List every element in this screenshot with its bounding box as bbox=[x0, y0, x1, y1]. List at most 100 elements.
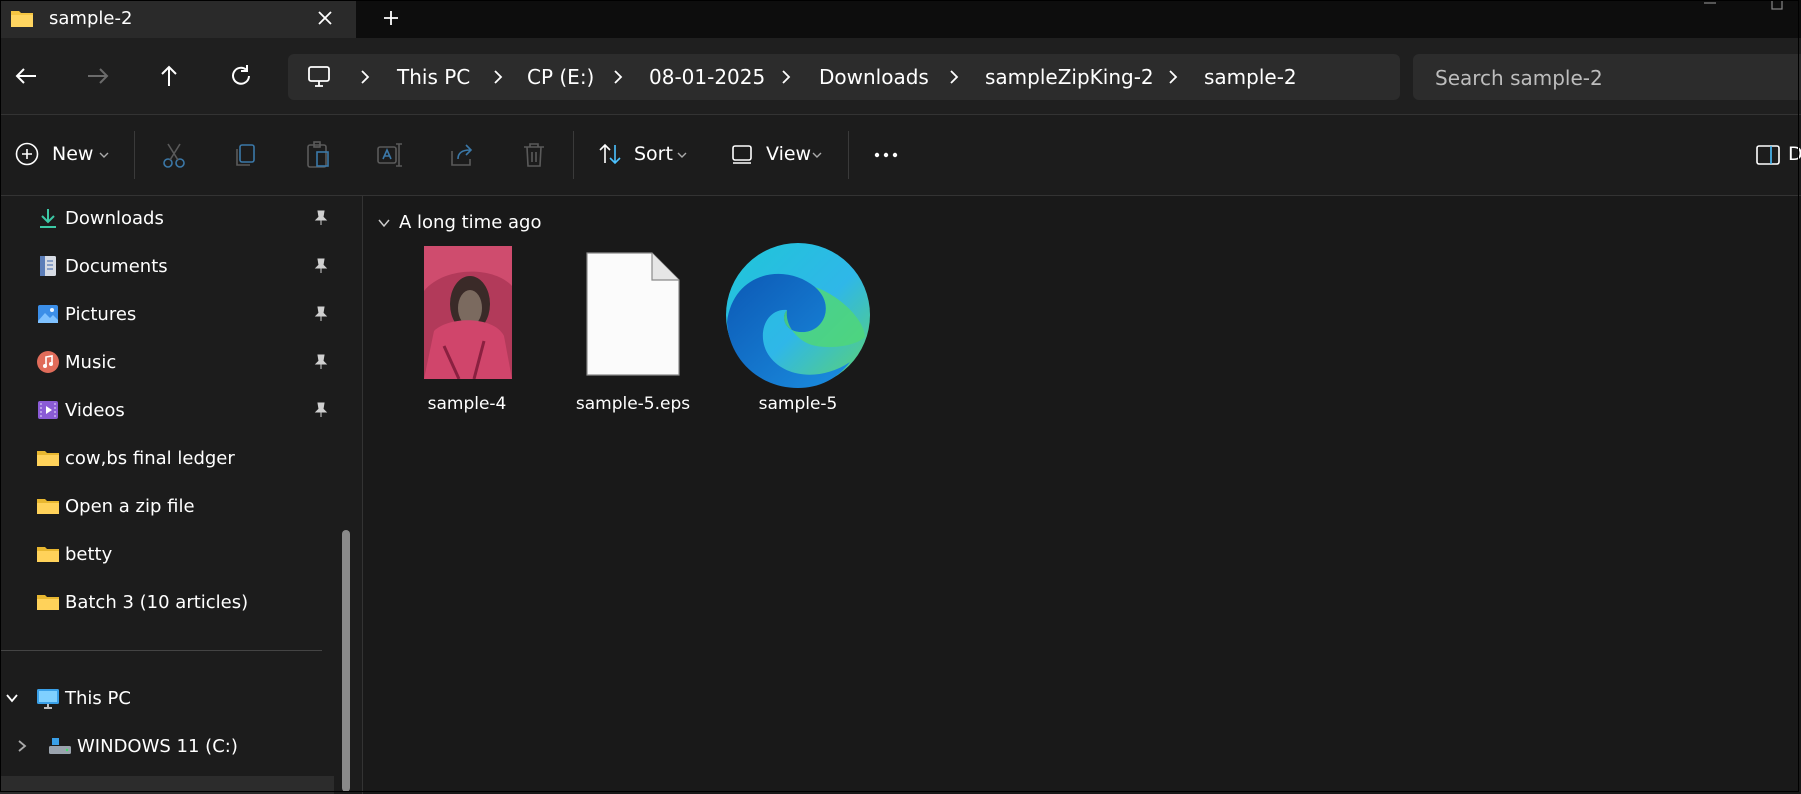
sidebar-item-batch-3[interactable]: Batch 3 (10 articles) bbox=[0, 580, 340, 624]
plus-circle-icon bbox=[15, 142, 39, 166]
chevron-right-icon[interactable] bbox=[14, 738, 30, 754]
group-label: A long time ago bbox=[399, 212, 542, 233]
chevron-right-icon[interactable] bbox=[1166, 68, 1180, 86]
maximize-icon[interactable] bbox=[1768, 0, 1788, 14]
details-pane-icon bbox=[1756, 145, 1780, 165]
sort-button[interactable]: Sort bbox=[597, 135, 691, 175]
new-tab-icon[interactable] bbox=[378, 5, 404, 31]
breadcrumb-date-folder[interactable]: 08-01-2025 bbox=[649, 65, 765, 89]
pin-icon[interactable] bbox=[312, 209, 330, 227]
copy-icon[interactable] bbox=[230, 139, 262, 171]
chevron-down-icon[interactable] bbox=[4, 690, 20, 706]
sidebar-scrollbar[interactable] bbox=[342, 530, 350, 792]
up-arrow-icon[interactable] bbox=[153, 60, 185, 92]
sidebar-item-label: Open a zip file bbox=[65, 496, 195, 517]
details-label: D bbox=[1788, 143, 1801, 165]
sidebar-item-documents[interactable]: Documents bbox=[0, 244, 340, 288]
chevron-right-icon[interactable] bbox=[947, 68, 961, 86]
sidebar-item-downloads[interactable]: Downloads bbox=[0, 196, 340, 240]
folder-icon bbox=[11, 11, 33, 27]
sidebar-item-open-a-zip-file[interactable]: Open a zip file bbox=[0, 484, 340, 528]
pictures-icon bbox=[38, 305, 58, 323]
sidebar-item-partial[interactable] bbox=[0, 776, 334, 794]
sidebar-item-pictures[interactable]: Pictures bbox=[0, 292, 340, 336]
file-item-sample-4[interactable]: sample-4 bbox=[392, 246, 542, 416]
navigation-pane: Downloads Documents Pictures Music Video… bbox=[0, 196, 362, 794]
sidebar-item-videos[interactable]: Videos bbox=[0, 388, 340, 432]
pin-icon[interactable] bbox=[312, 401, 330, 419]
sidebar-item-music[interactable]: Music bbox=[0, 340, 340, 384]
more-options-icon[interactable] bbox=[870, 139, 902, 171]
file-name: sample-4 bbox=[427, 394, 507, 414]
breadcrumb-sample-2[interactable]: sample-2 bbox=[1204, 65, 1297, 89]
tab-sample-2[interactable]: sample-2 bbox=[0, 0, 356, 38]
new-label: New bbox=[52, 143, 94, 165]
sidebar-item-label: Downloads bbox=[65, 208, 164, 229]
new-button[interactable]: New bbox=[14, 135, 118, 175]
folder-icon bbox=[37, 547, 59, 562]
tab-title: sample-2 bbox=[49, 8, 133, 29]
chevron-down-icon bbox=[99, 152, 109, 158]
hard-drive-icon bbox=[49, 738, 71, 754]
pin-icon[interactable] bbox=[312, 257, 330, 275]
file-name: sample-5.eps bbox=[575, 394, 691, 414]
sidebar-item-betty[interactable]: betty bbox=[0, 532, 340, 576]
navigation-bar: This PC CP (E:) 08-01-2025 Downloads sam… bbox=[0, 38, 1801, 115]
details-pane-button[interactable]: D bbox=[1755, 135, 1801, 175]
view-button[interactable]: View bbox=[730, 135, 830, 175]
sidebar-item-label: Documents bbox=[65, 256, 168, 277]
folder-icon bbox=[37, 499, 59, 514]
chevron-down-icon bbox=[677, 152, 687, 158]
file-name: sample-5 bbox=[758, 394, 838, 414]
pin-icon[interactable] bbox=[312, 353, 330, 371]
videos-icon bbox=[38, 401, 58, 419]
edge-browser-icon bbox=[726, 243, 870, 388]
music-icon bbox=[37, 351, 59, 373]
view-label: View bbox=[766, 143, 812, 165]
chevron-right-icon[interactable] bbox=[611, 68, 625, 86]
folder-icon bbox=[37, 595, 59, 610]
sidebar-item-windows-11-drive[interactable]: WINDOWS 11 (C:) bbox=[0, 724, 340, 768]
back-arrow-icon[interactable] bbox=[10, 60, 42, 92]
folder-icon bbox=[37, 451, 59, 466]
minimize-icon[interactable] bbox=[1700, 0, 1720, 14]
breadcrumb-samplezipking[interactable]: sampleZipKing-2 bbox=[985, 65, 1154, 89]
paste-icon[interactable] bbox=[302, 139, 334, 171]
sidebar-item-label: Pictures bbox=[65, 304, 137, 325]
chevron-down-icon bbox=[812, 152, 822, 158]
rename-icon[interactable] bbox=[374, 139, 406, 171]
breadcrumb-this-pc[interactable]: This PC bbox=[397, 65, 470, 89]
sidebar-divider bbox=[0, 650, 322, 651]
sidebar-item-label: Batch 3 (10 articles) bbox=[65, 592, 249, 613]
documents-icon bbox=[40, 256, 56, 276]
refresh-icon[interactable] bbox=[225, 60, 257, 92]
breadcrumb-downloads[interactable]: Downloads bbox=[819, 65, 929, 89]
sidebar-item-cow-bs-final-ledger[interactable]: cow,bs final ledger bbox=[0, 436, 340, 480]
sort-label: Sort bbox=[634, 143, 673, 165]
forward-arrow-icon[interactable] bbox=[82, 60, 114, 92]
search-box[interactable]: Search sample-2 bbox=[1413, 54, 1801, 100]
pin-icon[interactable] bbox=[312, 305, 330, 323]
sidebar-item-label: betty bbox=[65, 544, 113, 565]
chevron-right-icon[interactable] bbox=[779, 68, 793, 86]
share-icon[interactable] bbox=[446, 139, 478, 171]
chevron-right-icon[interactable] bbox=[358, 68, 372, 86]
delete-icon[interactable] bbox=[518, 139, 550, 171]
breadcrumb-drive[interactable]: CP (E:) bbox=[527, 65, 594, 89]
command-bar: New Sort View D bbox=[0, 115, 1801, 196]
chevron-down-icon[interactable] bbox=[377, 216, 391, 230]
search-placeholder[interactable]: Search sample-2 bbox=[1435, 66, 1603, 90]
close-tab-icon[interactable] bbox=[312, 5, 338, 31]
sort-icon bbox=[599, 143, 621, 165]
address-bar[interactable]: This PC CP (E:) 08-01-2025 Downloads sam… bbox=[288, 54, 1400, 100]
file-item-sample-5[interactable]: sample-5 bbox=[723, 243, 873, 416]
title-bar: sample-2 bbox=[0, 0, 1801, 38]
sidebar-item-this-pc[interactable]: This PC bbox=[0, 676, 340, 720]
sidebar-item-label: Videos bbox=[65, 400, 125, 421]
image-thumbnail bbox=[424, 246, 512, 379]
file-item-sample-5-eps[interactable]: sample-5.eps bbox=[558, 246, 708, 416]
blank-file-icon bbox=[586, 252, 680, 376]
computer-icon bbox=[37, 689, 59, 709]
chevron-right-icon[interactable] bbox=[491, 68, 505, 86]
cut-icon[interactable] bbox=[158, 139, 190, 171]
